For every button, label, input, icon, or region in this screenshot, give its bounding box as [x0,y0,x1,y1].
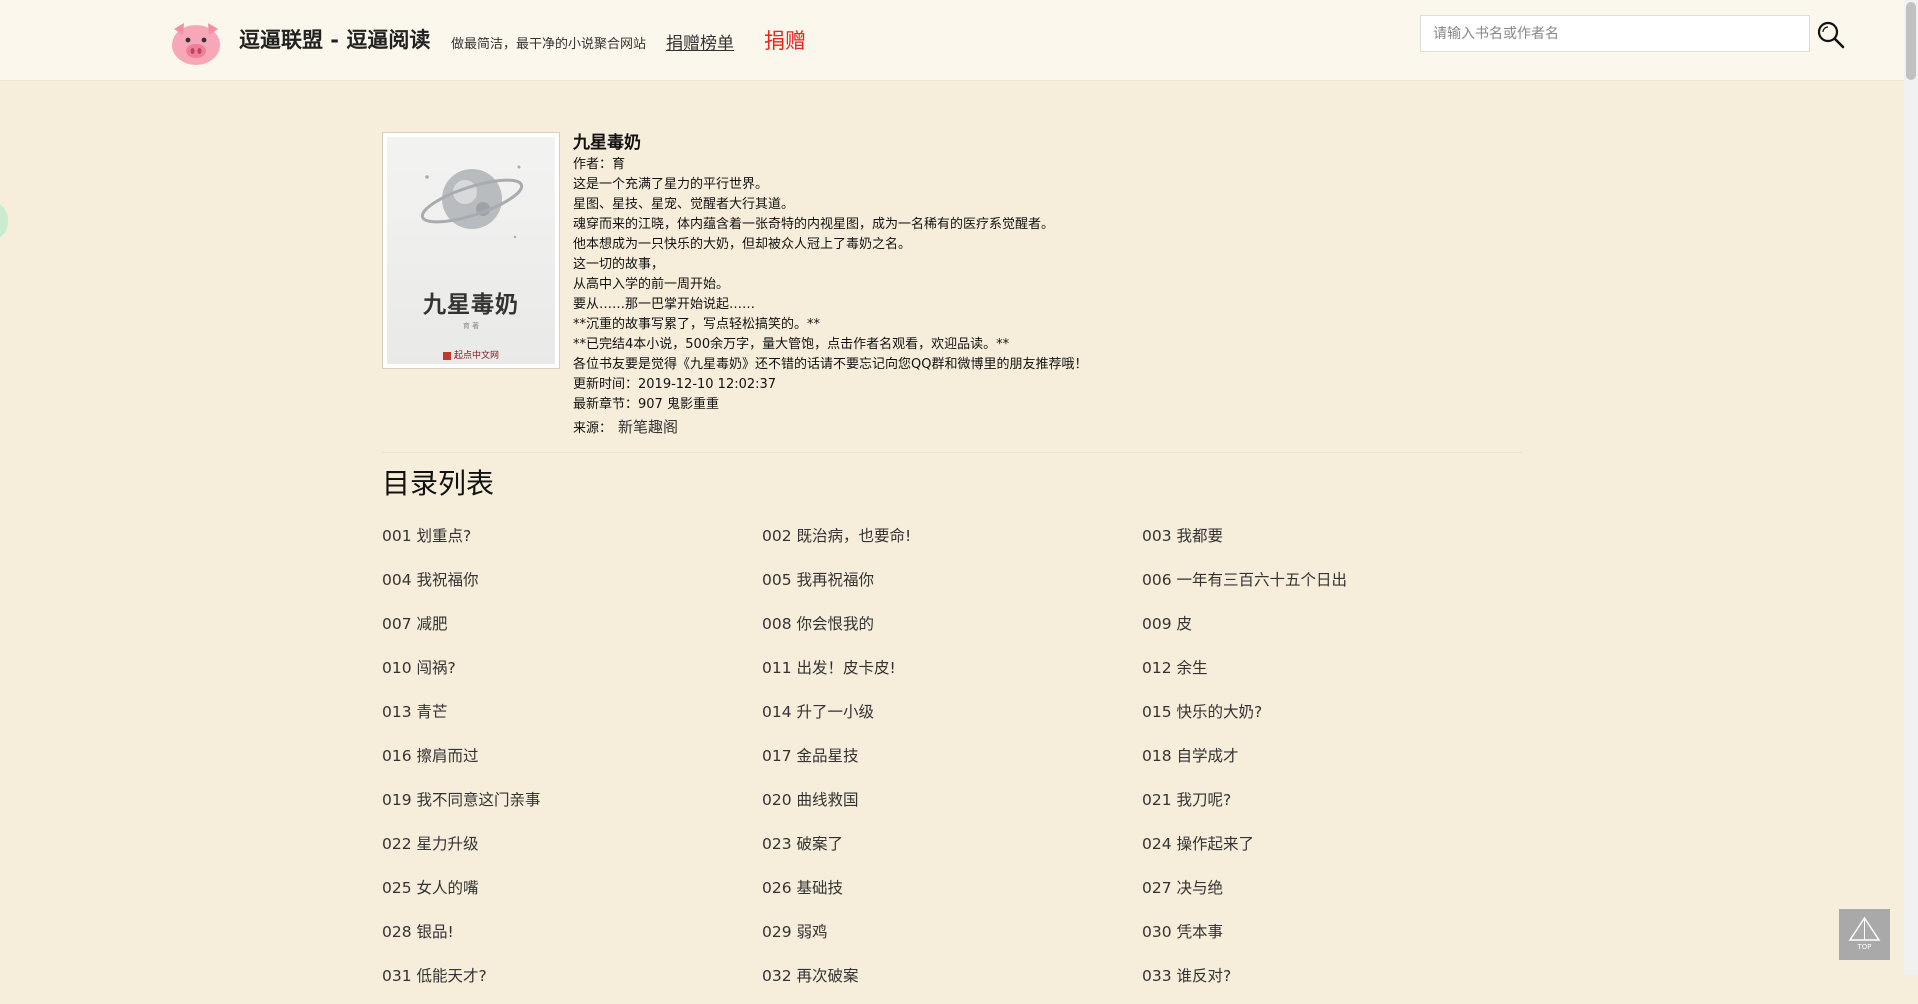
search-input[interactable] [1420,15,1810,52]
chapter-link[interactable]: 014 升了一小级 [762,696,1142,740]
toc-heading: 目录列表 [382,467,495,500]
book-cover: 九星毒奶 育 著 起点中文网 [382,132,560,369]
chapter-link[interactable]: 031 低能天才? [382,960,762,1004]
chapter-link[interactable]: 003 我都要 [1142,520,1522,564]
chapter-link[interactable]: 006 一年有三百六十五个日出 [1142,564,1522,608]
page-scrollbar[interactable] [1904,0,1918,975]
chapter-link[interactable]: 033 谁反对? [1142,960,1522,1004]
planet-illustration-icon [420,165,524,239]
description-line: 这是一个充满了星力的平行世界。 [573,177,769,192]
chapter-link[interactable]: 013 青芒 [382,696,762,740]
chapter-link[interactable]: 022 星力升级 [382,828,762,872]
up-arrow-icon [1848,916,1881,941]
description-line: 魂穿而来的江晓，体内蕴含着一张奇特的内视星图，成为一名稀有的医疗系觉醒者。 [573,217,1055,232]
description-line: **已完结4本小说，500余万字，量大管饱，点击作者名观看，欢迎品读。** [573,337,1010,352]
chapter-link[interactable]: 019 我不同意这门亲事 [382,784,762,828]
chapter-link[interactable]: 009 皮 [1142,608,1522,652]
chapter-list: 001 划重点? 002 既治病，也要命! 003 我都要 004 我祝福你 005 我… [382,520,1522,1004]
description-line: 要从……那一巴掌开始说起…… [573,297,756,312]
source-label: 来源： [573,421,613,436]
chapter-link[interactable]: 001 划重点? [382,520,762,564]
site-header: 逗逼联盟 - 逗逼阅读 做最简洁，最干净的小说聚合网站 捐赠榜单 捐赠 [0,0,1904,81]
chapter-link[interactable]: 015 快乐的大奶? [1142,696,1522,740]
side-float-button[interactable] [0,204,8,238]
back-to-top-label: TOP [1857,943,1872,951]
chapter-link[interactable]: 024 操作起来了 [1142,828,1522,872]
chapter-link[interactable]: 007 减肥 [382,608,762,652]
latest-chapter-link[interactable]: 最新章节：907 鬼影重重 [573,395,1273,415]
publisher-seal-icon [442,351,451,360]
description-line: **沉重的故事写累了，写点轻松搞笑的。** [573,317,821,332]
book-title: 九星毒奶 [573,133,641,153]
chapter-link[interactable]: 028 银品! [382,916,762,960]
site-title[interactable]: 逗逼联盟 - 逗逼阅读 [239,24,430,54]
scrollbar-thumb[interactable] [1906,2,1916,80]
chapter-link[interactable]: 025 女人的嘴 [382,872,762,916]
description-line: 这一切的故事， [573,257,665,272]
book-source: 来源： 新笔趣阁 [573,416,1273,440]
chapter-link[interactable]: 021 我刀呢? [1142,784,1522,828]
site-slogan: 做最简洁，最干净的小说聚合网站 [451,37,647,52]
chapter-link[interactable]: 016 擦肩而过 [382,740,762,784]
source-link[interactable]: 新笔趣阁 [618,418,678,436]
description-line: 星图、星技、星宠、觉醒者大行其道。 [573,197,795,212]
donation-ranking-link[interactable]: 捐赠榜单 [666,29,734,54]
chapter-link[interactable]: 004 我祝福你 [382,564,762,608]
search-icon[interactable] [1816,20,1846,50]
section-divider [382,452,1522,453]
update-time: 更新时间：2019-12-10 12:02:37 [573,377,777,392]
description-line: 从高中入学的前一周开始。 [573,277,730,292]
chapter-link[interactable]: 017 金品星技 [762,740,1142,784]
chapter-link[interactable]: 032 再次破案 [762,960,1142,1004]
cover-publisher: 起点中文网 [387,348,555,361]
chapter-link[interactable]: 002 既治病，也要命! [762,520,1142,564]
chapter-link[interactable]: 020 曲线救国 [762,784,1142,828]
chapter-link[interactable]: 012 余生 [1142,652,1522,696]
chapter-link[interactable]: 010 闯祸? [382,652,762,696]
description-line: 他本想成为一只快乐的大奶，但却被众人冠上了毒奶之名。 [573,237,912,252]
chapter-link[interactable]: 011 出发！皮卡皮! [762,652,1142,696]
book-author[interactable]: 作者：育 [573,155,1273,175]
cover-author: 育 著 [462,322,480,330]
chapter-link[interactable]: 018 自学成才 [1142,740,1522,784]
cover-title: 九星毒奶 [423,291,519,318]
back-to-top-button[interactable]: TOP [1839,909,1890,960]
donate-link[interactable]: 捐赠 [764,25,806,55]
chapter-link[interactable]: 005 我再祝福你 [762,564,1142,608]
chapter-link[interactable]: 026 基础技 [762,872,1142,916]
chapter-link[interactable]: 030 凭本事 [1142,916,1522,960]
chapter-link[interactable]: 023 破案了 [762,828,1142,872]
pig-logo-icon[interactable] [170,17,222,67]
book-info: 九星毒奶 作者：育 这是一个充满了星力的平行世界。 星图、星技、星宠、觉醒者大行… [573,132,1273,440]
chapter-link[interactable]: 029 弱鸡 [762,916,1142,960]
chapter-link[interactable]: 008 你会恨我的 [762,608,1142,652]
cover-publisher-text: 起点中文网 [453,351,499,361]
chapter-link[interactable]: 027 决与绝 [1142,872,1522,916]
description-line: 各位书友要是觉得《九星毒奶》还不错的话请不要忘记向您QQ群和微博里的朋友推荐哦！ [573,357,1088,372]
